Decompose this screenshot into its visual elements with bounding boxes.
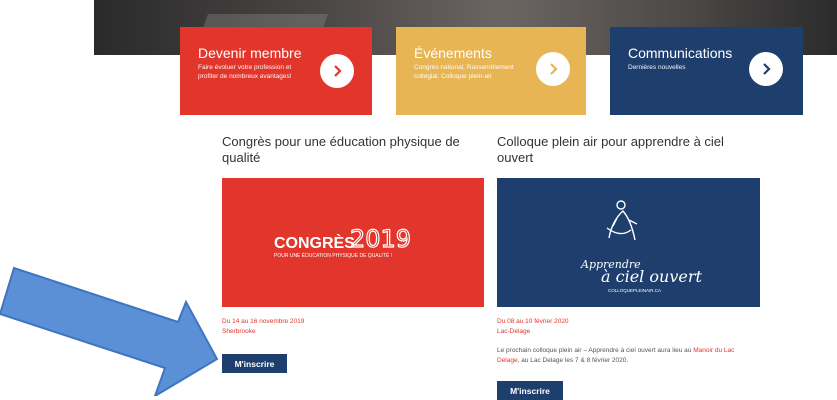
article-meta: Du 08 au 10 février 2020 Lac-Delage Le p… — [497, 317, 759, 366]
event-date: Du 14 au 16 novembre 2019 — [222, 318, 305, 325]
event-date: Du 08 au 10 février 2020 — [497, 318, 569, 325]
register-button-congres[interactable]: M'inscrire — [222, 354, 287, 373]
article-colloque: Colloque plein air pour apprendre à ciel… — [497, 134, 759, 166]
event-location: Lac-Delage — [497, 328, 531, 335]
card-evenements[interactable]: Événements Congrès national, Rassembleme… — [396, 27, 586, 115]
chevron-right-icon[interactable] — [320, 54, 354, 88]
congres-year: 2019 — [350, 225, 411, 253]
hiker-logo-icon — [606, 200, 638, 241]
article-title[interactable]: Congrès pour une éducation physique de q… — [222, 134, 484, 166]
congres-image[interactable]: CONGRÈS 2019 POUR UNE ÉDUCATION PHYSIQUE… — [222, 178, 484, 307]
card-subtitle: Faire évoluer votre profession et profit… — [198, 64, 292, 80]
card-communications[interactable]: Communications Dernières nouvelles — [610, 27, 803, 115]
colloque-footer: COLLOQUEPLEINAIR.CA — [608, 288, 661, 293]
congres-tagline: POUR UNE ÉDUCATION PHYSIQUE DE QUALITÉ ! — [274, 252, 392, 259]
article-congres: Congrès pour une éducation physique de q… — [222, 134, 484, 166]
colloque-image[interactable]: Apprendre à ciel ouvert COLLOQUEPLEINAIR… — [497, 178, 760, 307]
article-title[interactable]: Colloque plein air pour apprendre à ciel… — [497, 134, 759, 166]
chevron-right-icon[interactable] — [536, 52, 570, 86]
article-meta: Du 14 au 16 novembre 2019 Sherbrooke — [222, 317, 304, 337]
event-location: Sherbrooke — [222, 328, 256, 335]
colloque-line2: à ciel ouvert — [601, 267, 702, 286]
congres-brand: CONGRÈS — [274, 233, 355, 252]
register-button-colloque[interactable]: M'inscrire — [497, 381, 563, 400]
card-subtitle: Dernières nouvelles — [628, 64, 686, 71]
chevron-right-icon[interactable] — [749, 52, 783, 86]
card-devenir-membre[interactable]: Devenir membre Faire évoluer votre profe… — [180, 27, 372, 115]
card-subtitle: Congrès national, Rassemblement collégia… — [414, 64, 514, 80]
event-description: Le prochain colloque plein air – Apprend… — [497, 347, 735, 364]
